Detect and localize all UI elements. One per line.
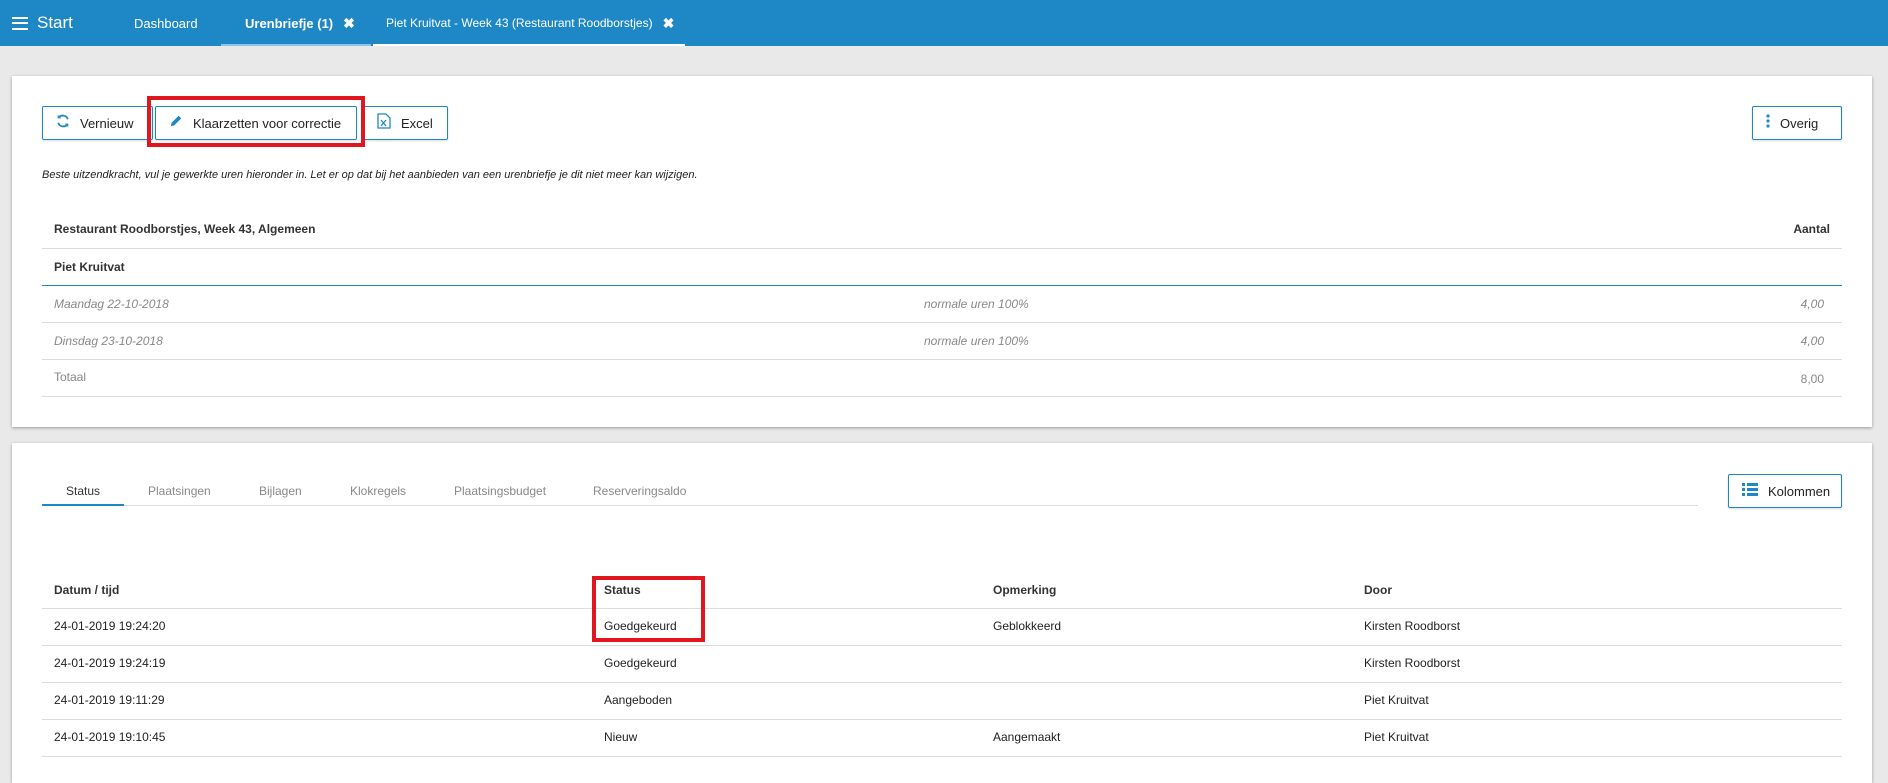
cell-door: Kirsten Roodborst: [1364, 619, 1461, 633]
cell-opmerking: Aangemaakt: [993, 730, 1061, 744]
divider: [42, 608, 1842, 609]
hours-panel: Vernieuw Klaarzetten voor correctie Exce…: [12, 76, 1872, 427]
start-menu-button[interactable]: Start: [12, 12, 73, 34]
tab-dashboard[interactable]: Dashboard: [134, 0, 198, 46]
tab-dashboard-label: Dashboard: [134, 15, 198, 31]
divider: [42, 248, 1842, 249]
overig-button[interactable]: Overig: [1752, 106, 1842, 140]
tab-klokregels[interactable]: Klokregels: [350, 484, 406, 498]
cell-status: Aangeboden: [604, 693, 673, 707]
status-panel: Status Plaatsingen Bijlagen Klokregels P…: [12, 443, 1872, 783]
tab-piet-kruitvat[interactable]: Piet Kruitvat - Week 43 (Restaurant Rood…: [373, 0, 685, 46]
tab-status[interactable]: Status: [66, 484, 100, 498]
column-header-datum[interactable]: Datum / tijd: [54, 583, 119, 597]
highlight-box: [147, 96, 365, 147]
hours-amount: 4,00: [1800, 334, 1824, 348]
kolommen-label: Kolommen: [1768, 483, 1831, 499]
cell-door: Kirsten Roodborst: [1364, 656, 1461, 670]
vernieuw-label: Vernieuw: [80, 115, 134, 131]
column-header-opmerking[interactable]: Opmerking: [993, 583, 1056, 597]
divider: [42, 359, 1842, 360]
close-icon[interactable]: ✖: [663, 15, 675, 32]
divider: [42, 285, 1842, 286]
overig-label: Overig: [1780, 115, 1819, 131]
hours-amount: 4,00: [1800, 297, 1824, 311]
divider: [42, 322, 1842, 323]
more-vertical-icon: [1766, 114, 1770, 132]
kolommen-button[interactable]: Kolommen: [1728, 474, 1842, 508]
hours-table-title: Restaurant Roodborstjes, Week 43, Algeme…: [54, 222, 316, 236]
start-label: Start: [37, 13, 73, 32]
cell-status: Goedgekeurd: [604, 656, 677, 670]
list-icon: [1742, 482, 1758, 500]
cell-datum: 24-01-2019 19:24:20: [54, 619, 166, 633]
tab-bijlagen[interactable]: Bijlagen: [259, 484, 302, 498]
top-navbar: Start Dashboard Urenbriefje (1) ✖ Piet K…: [0, 0, 1888, 46]
divider: [42, 756, 1842, 757]
hours-day: Maandag 22-10-2018: [54, 297, 169, 311]
active-tab-indicator: [42, 504, 124, 506]
cell-door: Piet Kruitvat: [1364, 730, 1429, 744]
cell-datum: 24-01-2019 19:11:29: [54, 693, 165, 707]
hamburger-icon: [12, 16, 28, 30]
divider: [42, 719, 1842, 720]
excel-button[interactable]: Excel: [363, 106, 448, 140]
excel-file-icon: [377, 113, 391, 133]
tab-plaatsingen[interactable]: Plaatsingen: [148, 484, 211, 498]
tabs-divider: [42, 505, 1698, 506]
highlight-box: [592, 576, 705, 642]
vernieuw-button[interactable]: Vernieuw: [42, 106, 153, 140]
cell-opmerking: Geblokkeerd: [993, 619, 1062, 633]
divider: [42, 682, 1842, 683]
person-name: Piet Kruitvat: [54, 260, 125, 274]
tab-piet-label: Piet Kruitvat - Week 43 (Restaurant Rood…: [386, 16, 653, 30]
tab-urenbriefje-label: Urenbriefje (1): [245, 15, 334, 31]
instruction-text: Beste uitzendkracht, vul je gewerkte ure…: [42, 169, 698, 181]
hours-type: normale uren 100%: [924, 297, 1029, 311]
tab-plaatsingsbudget[interactable]: Plaatsingsbudget: [454, 484, 546, 498]
aantal-header: Aantal: [1793, 222, 1830, 236]
tab-reserveringsaldo[interactable]: Reserveringsaldo: [593, 484, 686, 498]
cell-datum: 24-01-2019 19:24:19: [54, 656, 166, 670]
cell-door: Piet Kruitvat: [1364, 693, 1429, 707]
close-icon[interactable]: ✖: [343, 15, 355, 32]
cell-status: Nieuw: [604, 730, 638, 744]
divider: [42, 645, 1842, 646]
hours-day: Dinsdag 23-10-2018: [54, 334, 163, 348]
refresh-icon: [56, 114, 70, 132]
hours-type: normale uren 100%: [924, 334, 1029, 348]
column-header-door[interactable]: Door: [1364, 583, 1392, 597]
tab-urenbriefje[interactable]: Urenbriefje (1) ✖: [221, 0, 371, 46]
excel-label: Excel: [401, 115, 433, 131]
divider: [42, 396, 1842, 397]
total-amount: 8,00: [1800, 372, 1824, 386]
total-label: Totaal: [54, 370, 87, 384]
cell-datum: 24-01-2019 19:10:45: [54, 730, 166, 744]
